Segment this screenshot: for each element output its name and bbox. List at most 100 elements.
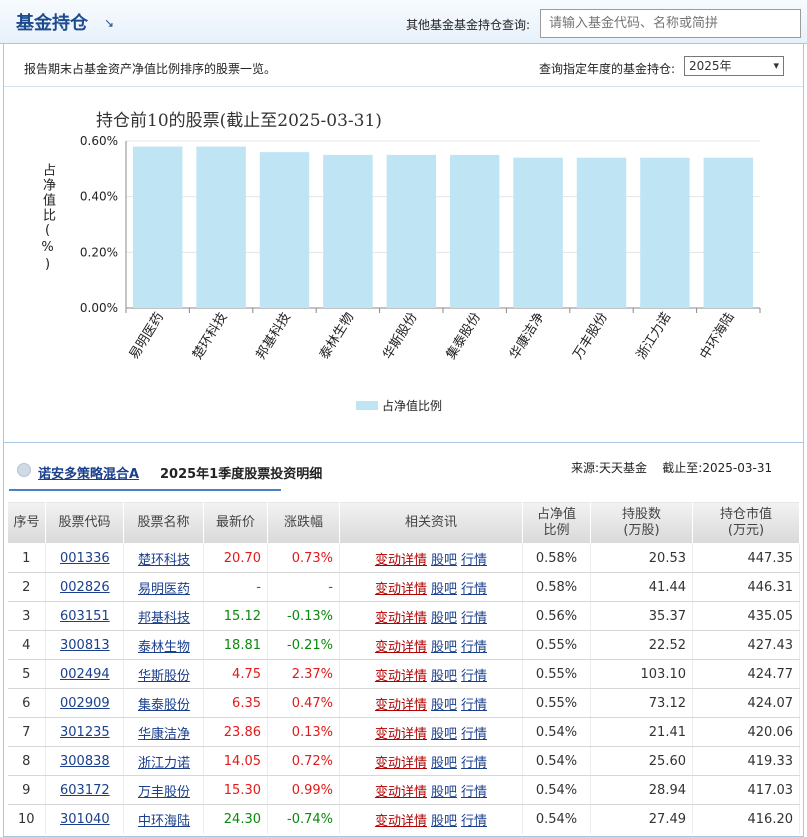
stock-forum-link[interactable]: 股吧 bbox=[431, 698, 457, 713]
fund-name-link[interactable]: 诺安多策略混合A bbox=[38, 463, 139, 482]
stock-code-link[interactable]: 301235 bbox=[60, 725, 110, 740]
y-tick-label: 0.20% bbox=[80, 245, 118, 259]
stock-forum-link[interactable]: 股吧 bbox=[431, 727, 457, 742]
stock-name-cell: 万丰股份 bbox=[123, 775, 204, 805]
stock-forum-link[interactable]: 股吧 bbox=[431, 582, 457, 597]
x-tick-label: 泰林生物 bbox=[317, 310, 357, 362]
table-row: 4 300813 泰林生物 18.81 -0.21% 变动详情 股吧 行情 0.55% 22.52… bbox=[7, 630, 800, 660]
stock-forum-link[interactable]: 股吧 bbox=[431, 814, 457, 829]
stock-name-link[interactable]: 中环海陆 bbox=[138, 814, 190, 829]
col-value-line1: 持仓市值 bbox=[719, 506, 772, 522]
col-idx: 序号 bbox=[7, 501, 46, 544]
change-detail-link[interactable]: 变动详情 bbox=[375, 785, 427, 800]
stock-name-link[interactable]: 浙江力诺 bbox=[138, 756, 190, 771]
stock-name-link[interactable]: 泰林生物 bbox=[138, 640, 190, 655]
quote-link[interactable]: 行情 bbox=[461, 669, 487, 684]
change-detail-link[interactable]: 变动详情 bbox=[375, 727, 427, 742]
stock-code-link[interactable]: 002826 bbox=[60, 580, 110, 595]
y-tick-label: 0.00% bbox=[80, 301, 118, 315]
latest-price: 15.30 bbox=[203, 775, 268, 805]
stock-name-link[interactable]: 邦基科技 bbox=[138, 611, 190, 626]
row-index: 8 bbox=[7, 746, 46, 776]
stock-code-link[interactable]: 001336 bbox=[60, 551, 110, 566]
chart-bar[interactable] bbox=[259, 152, 310, 308]
stock-code-link[interactable]: 603151 bbox=[60, 609, 110, 624]
quote-link[interactable]: 行情 bbox=[461, 611, 487, 626]
quote-link[interactable]: 行情 bbox=[461, 727, 487, 742]
col-shares-line1: 持股数 bbox=[621, 506, 661, 522]
table-row: 1 001336 楚环科技 20.70 0.73% 变动详情 股吧 行情 0.58% 20.53 4… bbox=[7, 543, 800, 573]
x-tick-label: 楚环科技 bbox=[190, 310, 230, 362]
stock-code-cell: 603151 bbox=[45, 601, 124, 631]
stock-forum-link[interactable]: 股吧 bbox=[431, 669, 457, 684]
change-detail-link[interactable]: 变动详情 bbox=[375, 640, 427, 655]
change-detail-link[interactable]: 变动详情 bbox=[375, 582, 427, 597]
stock-code-link[interactable]: 300838 bbox=[60, 754, 110, 769]
chart-bar[interactable] bbox=[513, 157, 563, 308]
stock-name-link[interactable]: 万丰股份 bbox=[138, 785, 190, 800]
quote-link[interactable]: 行情 bbox=[461, 756, 487, 771]
stock-code-link[interactable]: 301040 bbox=[60, 812, 110, 827]
chart-bar[interactable] bbox=[132, 146, 183, 308]
x-tick-label: 集泰股份 bbox=[443, 310, 484, 363]
table-row: 5 002494 华斯股份 4.75 2.37% 变动详情 股吧 行情 0.55% 103.10 4… bbox=[7, 659, 800, 689]
stock-forum-link[interactable]: 股吧 bbox=[431, 640, 457, 655]
related-news-cell: 变动详情 股吧 行情 bbox=[339, 630, 523, 660]
chart-bar[interactable] bbox=[703, 157, 754, 308]
col-ratio-line1: 占净值 bbox=[536, 506, 576, 522]
change-detail-link[interactable]: 变动详情 bbox=[375, 611, 427, 626]
latest-price: 4.75 bbox=[203, 659, 268, 689]
stock-code-link[interactable]: 603172 bbox=[60, 783, 110, 798]
quote-link[interactable]: 行情 bbox=[461, 582, 487, 597]
stock-name-link[interactable]: 华斯股份 bbox=[138, 669, 190, 684]
stock-forum-link[interactable]: 股吧 bbox=[431, 785, 457, 800]
stock-forum-link[interactable]: 股吧 bbox=[431, 611, 457, 626]
quote-link[interactable]: 行情 bbox=[461, 814, 487, 829]
change-detail-link[interactable]: 变动详情 bbox=[375, 698, 427, 713]
holdings-bar-chart: 0.00% 0.20% 0.40% 0.60% 易明医药 楚环科技 邦基科技 泰林生物 华斯股份… bbox=[80, 134, 761, 363]
shares-held: 21.41 bbox=[590, 717, 693, 747]
quote-link[interactable]: 行情 bbox=[461, 553, 487, 568]
change-detail-link[interactable]: 变动详情 bbox=[375, 553, 427, 568]
chart-bar[interactable] bbox=[449, 154, 500, 308]
col-ratio-line2: 比例 bbox=[543, 522, 570, 538]
stock-code-link[interactable]: 300813 bbox=[60, 638, 110, 653]
net-value-ratio: 0.58% bbox=[522, 543, 591, 573]
chart-bar[interactable] bbox=[386, 154, 437, 308]
stock-code-cell: 001336 bbox=[45, 543, 124, 573]
chart-legend[interactable]: 占净值比例 bbox=[356, 397, 442, 414]
stock-code-link[interactable]: 002494 bbox=[60, 667, 110, 682]
market-value: 435.05 bbox=[692, 601, 800, 631]
stock-code-link[interactable]: 002909 bbox=[60, 696, 110, 711]
stock-forum-link[interactable]: 股吧 bbox=[431, 553, 457, 568]
related-news-cell: 变动详情 股吧 行情 bbox=[339, 688, 523, 718]
chart-bar[interactable] bbox=[576, 157, 627, 308]
stock-name-link[interactable]: 楚环科技 bbox=[138, 553, 190, 568]
net-value-ratio: 0.55% bbox=[522, 630, 591, 660]
quote-link[interactable]: 行情 bbox=[461, 785, 487, 800]
net-value-ratio: 0.54% bbox=[522, 775, 591, 805]
quote-link[interactable]: 行情 bbox=[461, 640, 487, 655]
col-ratio: 占净值 比例 bbox=[522, 501, 591, 544]
net-value-ratio: 0.54% bbox=[522, 746, 591, 776]
stock-name-link[interactable]: 易明医药 bbox=[138, 582, 190, 597]
change-detail-link[interactable]: 变动详情 bbox=[375, 669, 427, 684]
stock-name-link[interactable]: 集泰股份 bbox=[138, 698, 190, 713]
stock-name-link[interactable]: 华康洁净 bbox=[138, 727, 190, 742]
change-detail-link[interactable]: 变动详情 bbox=[375, 756, 427, 771]
market-value: 419.33 bbox=[692, 746, 800, 776]
related-news-cell: 变动详情 股吧 行情 bbox=[339, 601, 523, 631]
change-detail-link[interactable]: 变动详情 bbox=[375, 814, 427, 829]
stock-name-cell: 泰林生物 bbox=[123, 630, 204, 660]
quote-link[interactable]: 行情 bbox=[461, 698, 487, 713]
net-value-ratio: 0.56% bbox=[522, 601, 591, 631]
col-price: 最新价 bbox=[203, 501, 268, 544]
latest-price: 20.70 bbox=[203, 543, 268, 573]
shares-held: 20.53 bbox=[590, 543, 693, 573]
chart-bar[interactable] bbox=[640, 157, 690, 308]
shares-held: 22.52 bbox=[590, 630, 693, 660]
stock-forum-link[interactable]: 股吧 bbox=[431, 756, 457, 771]
chart-bar[interactable] bbox=[323, 154, 373, 308]
shares-held: 35.37 bbox=[590, 601, 693, 631]
chart-bar[interactable] bbox=[196, 146, 246, 308]
